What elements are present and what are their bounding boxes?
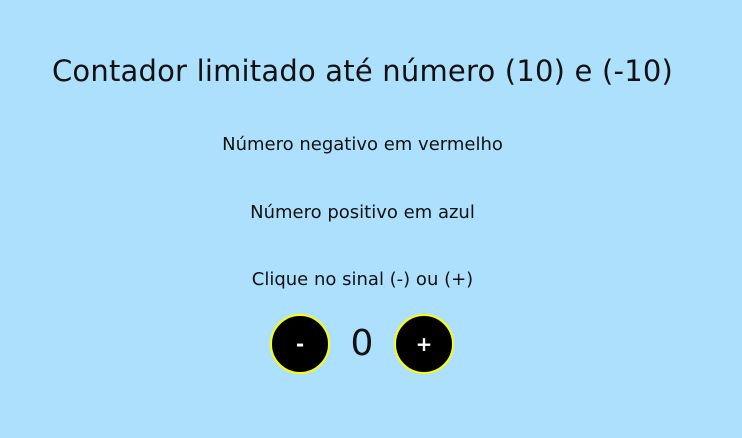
counter-value: 0: [350, 323, 374, 364]
counter-page: Contador limitado até número (10) e (-10…: [0, 0, 742, 438]
negative-note: Número negativo em vermelho: [222, 134, 503, 155]
click-hint: Clique no sinal (-) ou (+): [251, 269, 474, 290]
increment-button[interactable]: +: [394, 314, 454, 374]
page-title: Contador limitado até número (10) e (-10…: [51, 54, 674, 88]
decrement-button[interactable]: -: [270, 314, 330, 374]
counter-control: - 0 +: [270, 314, 454, 374]
positive-note: Número positivo em azul: [250, 202, 475, 223]
